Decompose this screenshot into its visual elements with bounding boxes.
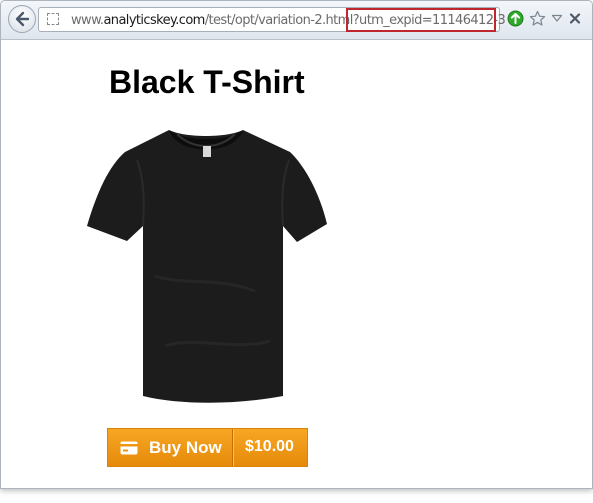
url-host: analyticskey.com (103, 13, 205, 28)
back-button[interactable] (8, 5, 36, 33)
price-label: $10.00 (245, 438, 294, 455)
page-icon (47, 13, 59, 25)
buy-now-label: Buy Now (149, 438, 222, 457)
back-arrow-icon (15, 11, 30, 27)
go-icon[interactable] (507, 10, 524, 27)
product-title: Black T-Shirt (109, 64, 305, 100)
credit-card-icon (120, 441, 138, 455)
url-path: /test/opt/variation-2.html (204, 13, 354, 28)
page-content: Black T-Shirt Buy Now $10.00 (1, 40, 592, 488)
url-prefix: www. (71, 13, 104, 28)
t-shirt-image (87, 130, 327, 403)
browser-toolbar: www.analyticskey.com/test/opt/variation-… (1, 1, 592, 40)
dropdown-icon[interactable] (551, 10, 563, 27)
star-icon[interactable] (529, 10, 546, 27)
buy-now-button[interactable]: Buy Now $10.00 (107, 428, 308, 467)
button-divider (232, 429, 233, 466)
close-icon[interactable] (568, 10, 582, 27)
query-highlight-box (346, 8, 496, 32)
browser-window: www.analyticskey.com/test/opt/variation-… (0, 0, 593, 489)
